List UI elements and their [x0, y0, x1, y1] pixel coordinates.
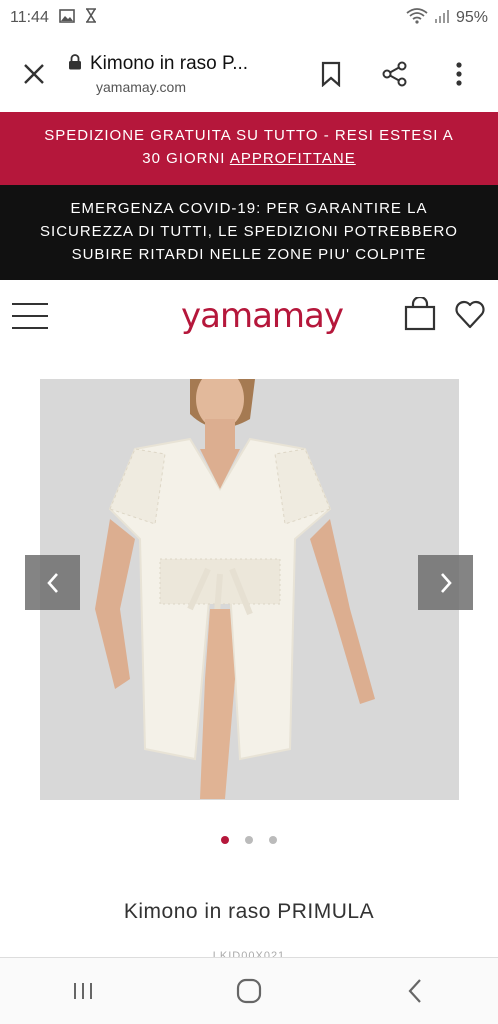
chevron-left-icon: [46, 572, 58, 593]
gallery-dot[interactable]: [221, 836, 229, 844]
product-title: Kimono in raso PRIMULA: [123, 900, 375, 923]
promo-banner: SPEDIZIONE GRATUITA SU TUTTO - RESI ESTE…: [0, 112, 498, 185]
image-icon: [59, 8, 75, 28]
back-icon[interactable]: [385, 966, 445, 1016]
site-header: yamamay: [0, 280, 498, 352]
promo-link[interactable]: APPROFITTANE: [230, 150, 356, 167]
browser-title-area[interactable]: Kimono in raso P... yamamay.com: [68, 53, 314, 95]
page-url: yamamay.com: [96, 79, 186, 95]
chevron-right-icon: [440, 572, 452, 593]
gallery-dot[interactable]: [269, 836, 277, 844]
recents-icon[interactable]: [53, 966, 113, 1016]
status-bar: 11:44 95%: [0, 0, 498, 36]
yamamay-logo[interactable]: yamamay: [181, 296, 344, 336]
hourglass-icon: [85, 8, 97, 28]
gallery-dots: [0, 836, 498, 844]
covid-line1: EMERGENZA COVID-19: PER GARANTIRE LA: [70, 200, 428, 217]
covid-banner: EMERGENZA COVID-19: PER GARANTIRE LA SIC…: [0, 185, 498, 280]
system-nav-bar: [0, 957, 498, 1024]
product-image[interactable]: [40, 379, 459, 800]
product-gallery: [0, 352, 498, 872]
battery-level: 95%: [455, 9, 488, 26]
gallery-dot[interactable]: [245, 836, 253, 844]
heart-icon[interactable]: [454, 299, 486, 334]
lock-icon: [68, 53, 82, 75]
bookmark-icon[interactable]: [314, 57, 348, 91]
signal-icon: [434, 8, 450, 29]
status-time: 11:44: [10, 9, 49, 26]
wifi-icon: [406, 7, 428, 29]
gallery-next-button[interactable]: [418, 555, 473, 610]
home-icon[interactable]: [219, 966, 279, 1016]
promo-text-line2: 30 GIORNI: [142, 150, 226, 167]
bag-icon[interactable]: [404, 295, 436, 336]
covid-line2: SICUREZZA DI TUTTI, LE SPEDIZIONI POTREB…: [40, 223, 458, 240]
gallery-prev-button[interactable]: [25, 555, 80, 610]
covid-line3: SUBIRE RITARDI NELLE ZONE PIU' COLPITE: [71, 246, 427, 263]
close-icon[interactable]: [14, 54, 54, 94]
share-icon[interactable]: [378, 57, 412, 91]
browser-toolbar: Kimono in raso P... yamamay.com: [0, 36, 498, 112]
promo-text-line1: SPEDIZIONE GRATUITA SU TUTTO - RESI ESTE…: [44, 127, 454, 144]
page-title: Kimono in raso P...: [90, 53, 249, 74]
menu-icon[interactable]: [12, 299, 50, 333]
more-icon[interactable]: [442, 57, 476, 91]
